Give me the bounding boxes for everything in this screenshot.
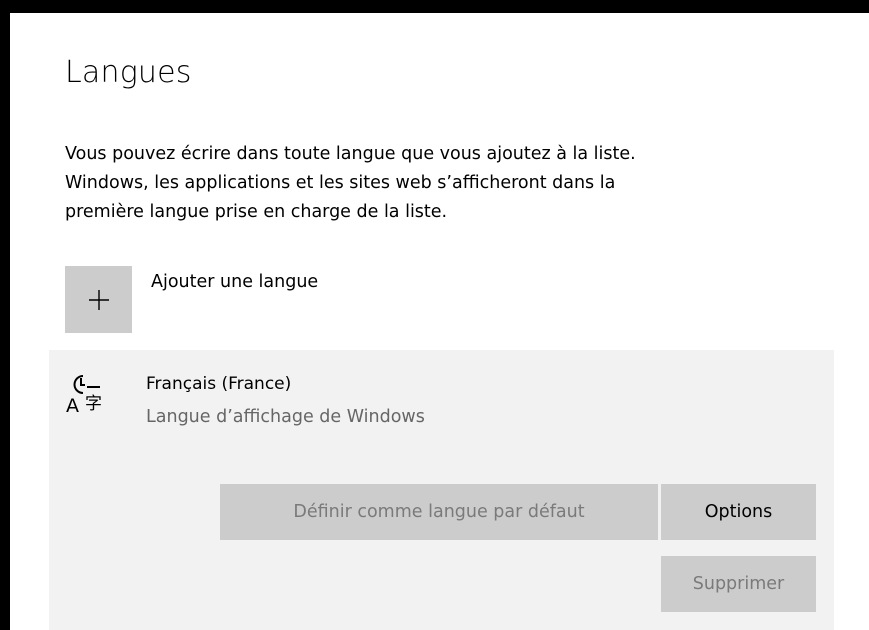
language-item-francais[interactable]: A 字 Français (France) Langue d’affichage… — [49, 350, 834, 630]
add-language-label: Ajouter une langue — [151, 272, 319, 292]
language-subtitle: Langue d’affichage de Windows — [146, 407, 425, 427]
set-default-language-button[interactable]: Définir comme langue par défaut — [220, 484, 658, 540]
add-language-button[interactable]: Ajouter une langue — [65, 266, 318, 333]
description-line: Vous pouvez écrire dans toute langue que… — [65, 144, 636, 164]
plus-icon — [88, 289, 109, 310]
page-title: Langues — [65, 55, 192, 90]
svg-text:字: 字 — [85, 394, 102, 414]
language-name: Français (France) — [146, 374, 292, 394]
description-line: première langue prise en charge de la li… — [65, 202, 448, 222]
window-frame-left — [0, 0, 10, 630]
page-description: Vous pouvez écrire dans toute langue que… — [65, 140, 825, 227]
language-options-button[interactable]: Options — [661, 484, 816, 540]
language-display-icon: A 字 — [66, 375, 102, 414]
window-frame-top — [0, 0, 869, 13]
description-line: Windows, les applications et les sites w… — [65, 173, 616, 193]
svg-text:A: A — [66, 395, 79, 414]
remove-language-button[interactable]: Supprimer — [661, 556, 816, 612]
add-language-tile[interactable] — [65, 266, 132, 333]
